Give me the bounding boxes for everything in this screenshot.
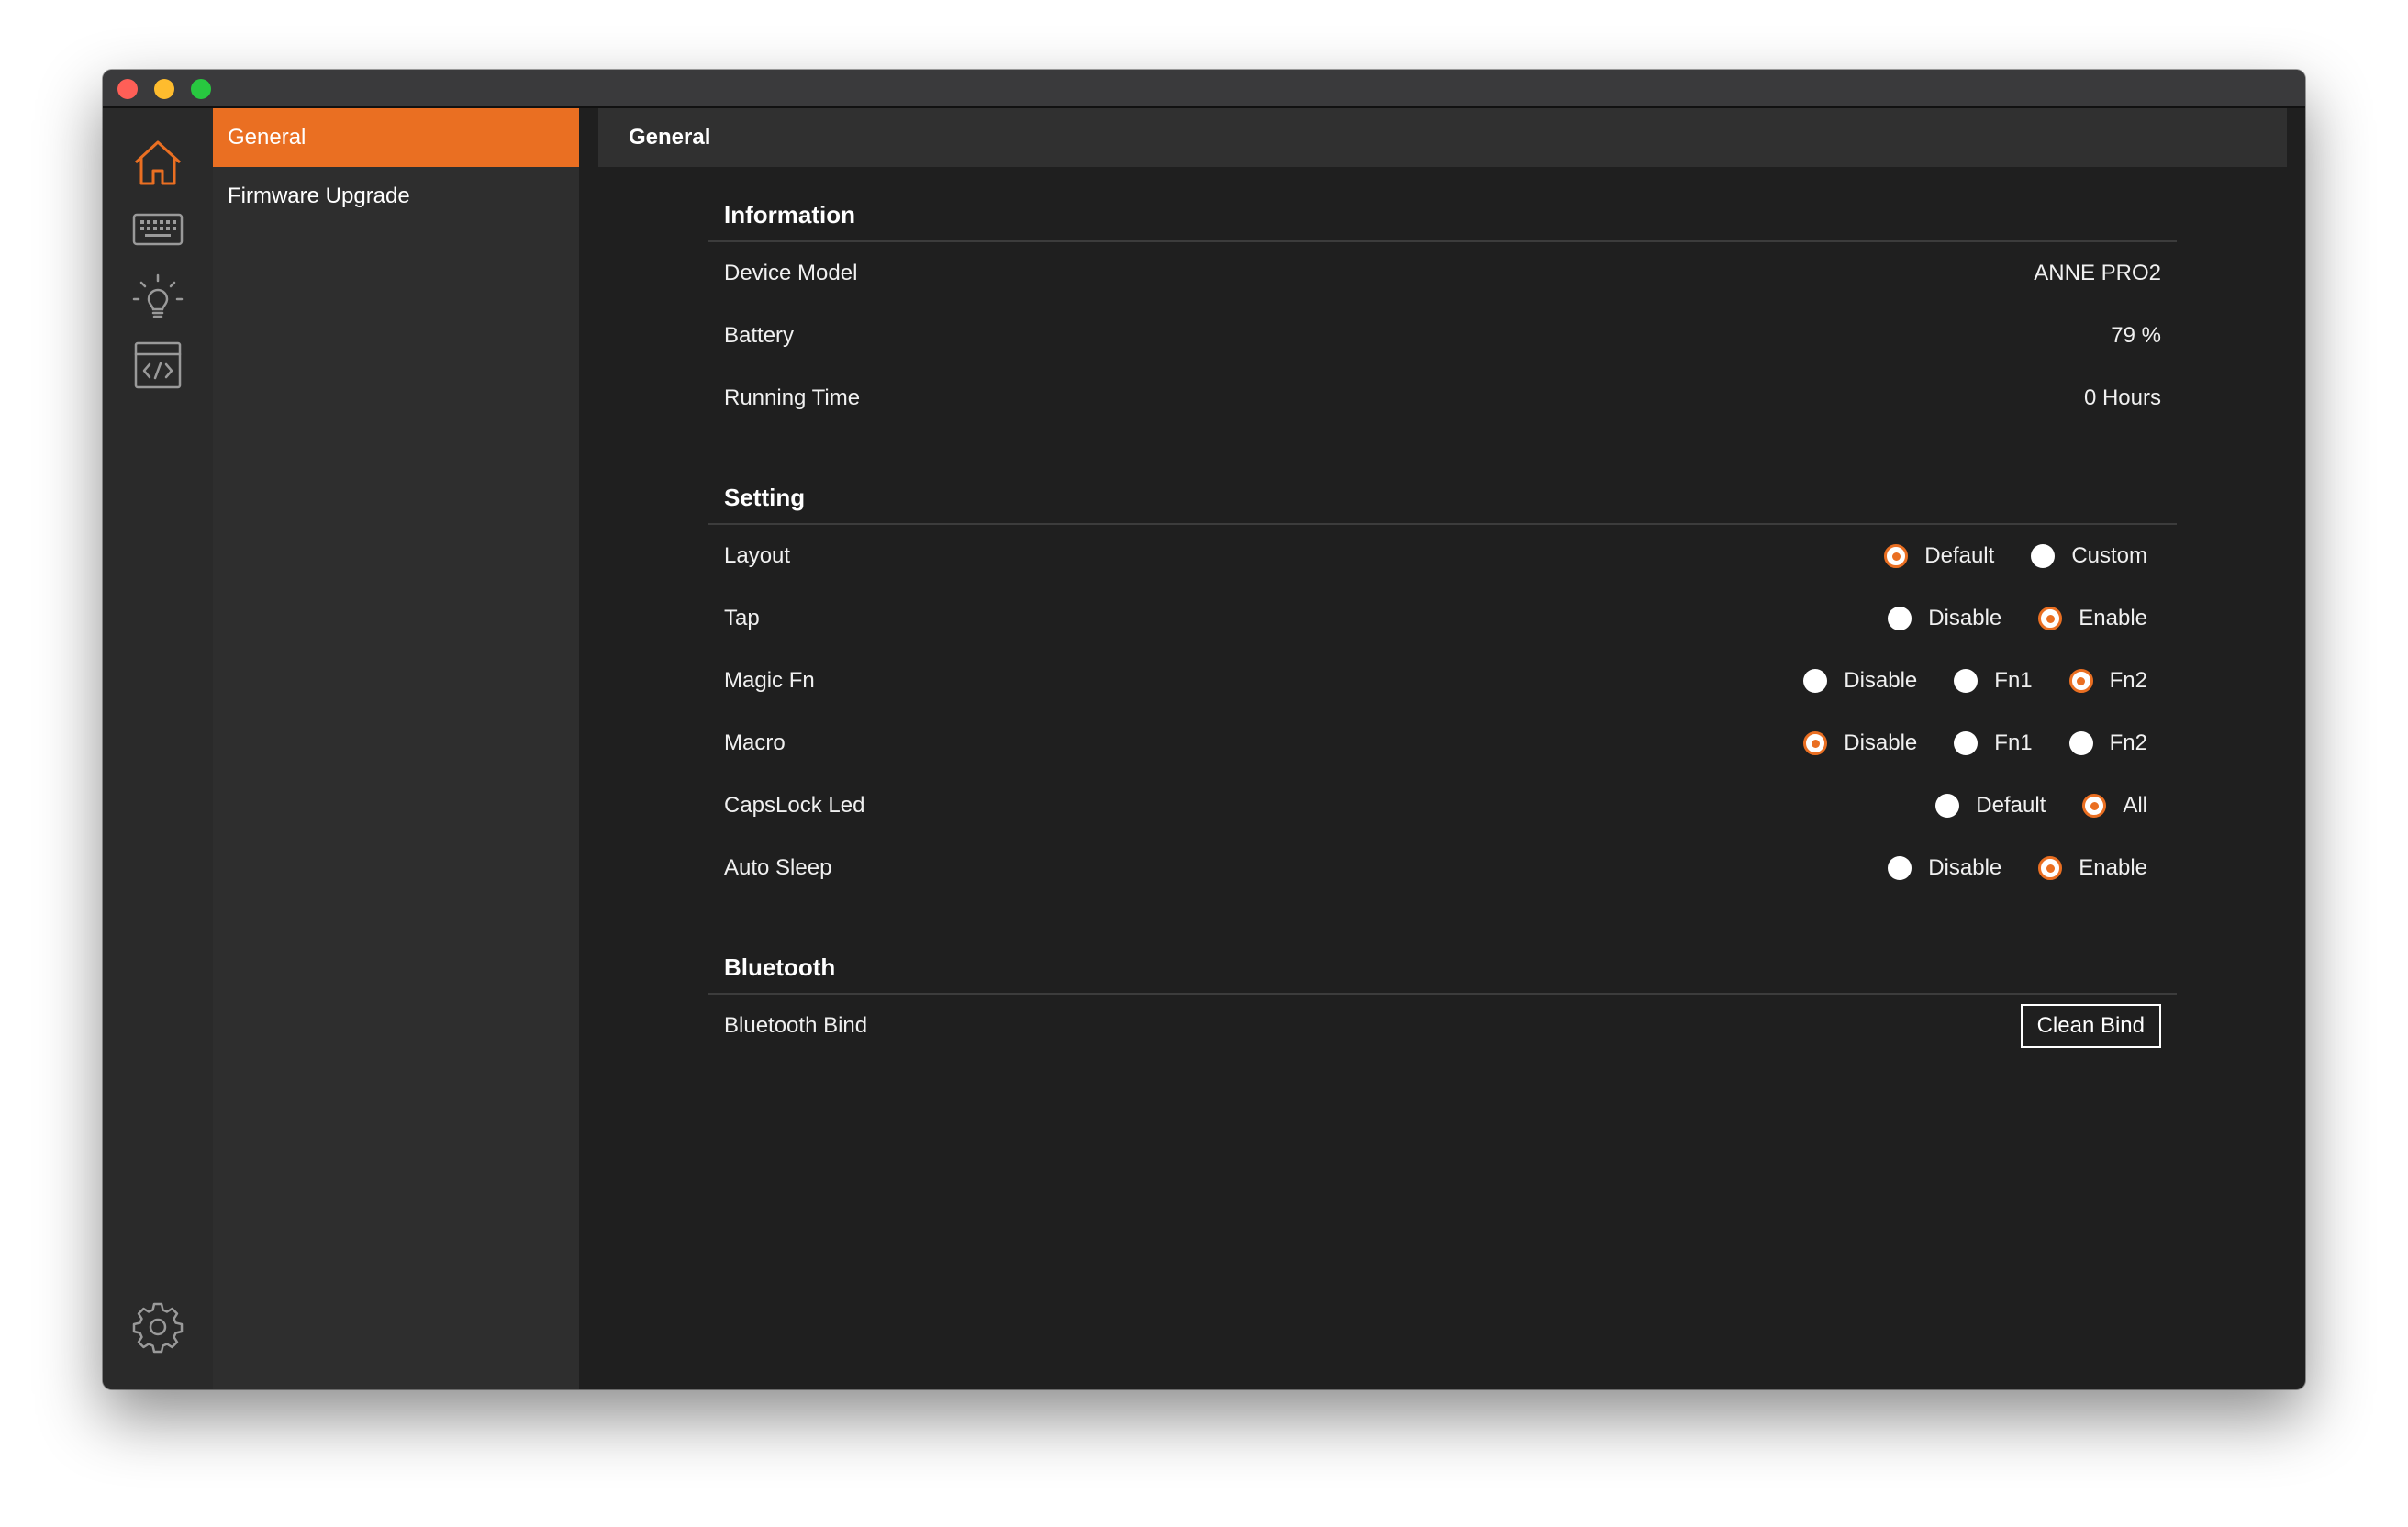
device-model-value: ANNE PRO2 — [2034, 261, 2161, 285]
subnav-item-general[interactable]: General — [213, 108, 579, 167]
setting-label-tap: Tap — [724, 606, 760, 630]
radio-option-macro-disable[interactable]: Disable — [1803, 730, 1917, 756]
setting-section-title: Setting — [708, 472, 2177, 525]
nav-keyboard-button[interactable] — [130, 202, 185, 257]
keyboard-icon — [132, 213, 184, 246]
radio-button[interactable] — [1803, 669, 1828, 693]
radio-option-magic-fn-fn1[interactable]: Fn1 — [1954, 668, 2033, 694]
radio-option-magic-fn-disable[interactable]: Disable — [1803, 668, 1917, 694]
radio-button[interactable] — [2068, 669, 2093, 693]
nav-settings-button[interactable] — [130, 1299, 185, 1354]
bluetooth-section-title: Bluetooth — [708, 942, 2177, 995]
radio-group-capslock-led: Default All — [1899, 793, 2161, 819]
radio-option-label: Fn2 — [2109, 668, 2147, 693]
radio-button[interactable] — [1954, 731, 1979, 755]
clean-bind-button[interactable]: Clean Bind — [2020, 1004, 2161, 1048]
radio-option-auto-sleep-disable[interactable]: Disable — [1888, 855, 2001, 881]
radio-option-label: Custom — [2071, 543, 2147, 568]
setting-row-layout: Layout Default Custom — [708, 525, 2177, 587]
radio-button[interactable] — [1803, 731, 1828, 755]
radio-option-label: Default — [1976, 793, 2046, 818]
radio-option-label: Fn2 — [2109, 730, 2147, 755]
radio-button[interactable] — [2082, 794, 2107, 818]
icon-sidebar — [103, 108, 213, 1389]
radio-button[interactable] — [1888, 856, 1912, 880]
main-content: General Information Device Model ANNE PR… — [598, 108, 2287, 1389]
setting-row-capslock-led: CapsLock Led Default All — [708, 775, 2177, 837]
radio-option-label: Disable — [1844, 730, 1918, 755]
subnav-item-firmware-upgrade[interactable]: Firmware Upgrade — [213, 167, 579, 226]
radio-button[interactable] — [1935, 794, 1960, 818]
radio-option-label: Disable — [1844, 668, 1918, 693]
radio-option-label: Enable — [2079, 606, 2147, 630]
radio-option-macro-fn2[interactable]: Fn2 — [2068, 730, 2147, 756]
radio-button[interactable] — [1888, 607, 1912, 630]
info-row-device-model: Device Model ANNE PRO2 — [708, 242, 2177, 305]
close-window-button[interactable] — [117, 79, 138, 99]
running-time-value: 0 Hours — [2083, 385, 2161, 410]
info-row-running-time: Running Time 0 Hours — [708, 367, 2177, 429]
radio-option-tap-enable[interactable]: Enable — [2038, 606, 2147, 631]
nav-home-button[interactable] — [130, 136, 185, 191]
radio-option-label: Fn1 — [1994, 668, 2033, 693]
running-time-label: Running Time — [724, 385, 861, 410]
setting-label-layout: Layout — [724, 543, 791, 568]
radio-button[interactable] — [1884, 544, 1909, 568]
radio-button[interactable] — [2031, 544, 2056, 568]
radio-group-layout: Default Custom — [1847, 543, 2161, 569]
radio-group-tap: Disable Enable — [1851, 606, 2161, 631]
radio-option-label: Fn1 — [1994, 730, 2033, 755]
radio-option-layout-custom[interactable]: Custom — [2031, 543, 2147, 569]
radio-option-magic-fn-fn2[interactable]: Fn2 — [2068, 668, 2147, 694]
radio-option-macro-fn1[interactable]: Fn1 — [1954, 730, 2033, 756]
radio-button[interactable] — [2038, 607, 2063, 630]
zoom-window-button[interactable] — [191, 79, 211, 99]
sub-navigation: General Firmware Upgrade — [213, 108, 579, 1389]
title-bar — [103, 70, 2305, 108]
minimize-window-button[interactable] — [154, 79, 174, 99]
app-window: General Firmware Upgrade General Informa… — [103, 70, 2305, 1389]
setting-row-macro: Macro Disable Fn1 Fn2 — [708, 712, 2177, 775]
device-model-label: Device Model — [724, 261, 858, 285]
battery-label: Battery — [724, 323, 795, 348]
nav-lighting-button[interactable] — [130, 272, 185, 327]
setting-label-macro: Macro — [724, 730, 786, 755]
radio-group-macro: Disable Fn1 Fn2 — [1767, 730, 2161, 756]
setting-row-auto-sleep: Auto Sleep Disable Enable — [708, 837, 2177, 899]
radio-button[interactable] — [1954, 669, 1979, 693]
gear-icon — [132, 1302, 184, 1354]
setting-row-magic-fn: Magic Fn Disable Fn1 Fn2 — [708, 650, 2177, 712]
radio-option-label: Disable — [1928, 606, 2002, 630]
battery-value: 79 % — [2111, 323, 2161, 348]
radio-option-capslock-led-default[interactable]: Default — [1935, 793, 2046, 819]
radio-option-capslock-led-all[interactable]: All — [2082, 793, 2147, 819]
radio-group-magic-fn: Disable Fn1 Fn2 — [1767, 668, 2161, 694]
settings-panel: Information Device Model ANNE PRO2 Batte… — [708, 167, 2177, 1057]
radio-button[interactable] — [2038, 856, 2063, 880]
bluetooth-bind-row: Bluetooth Bind Clean Bind — [708, 995, 2177, 1057]
setting-label-magic-fn: Magic Fn — [724, 668, 815, 693]
radio-option-label: Disable — [1928, 855, 2002, 880]
radio-group-auto-sleep: Disable Enable — [1851, 855, 2161, 881]
lightbulb-icon — [132, 273, 184, 318]
radio-option-label: Default — [1924, 543, 1995, 568]
radio-option-label: All — [2123, 793, 2147, 818]
radio-option-tap-disable[interactable]: Disable — [1888, 606, 2001, 631]
code-window-icon — [134, 341, 182, 389]
home-icon — [134, 140, 182, 185]
setting-row-tap: Tap Disable Enable — [708, 587, 2177, 650]
radio-option-label: Enable — [2079, 855, 2147, 880]
radio-option-layout-default[interactable]: Default — [1884, 543, 1994, 569]
nav-macro-button[interactable] — [130, 338, 185, 393]
page-title: General — [598, 108, 2287, 167]
setting-label-capslock-led: CapsLock Led — [724, 793, 865, 818]
information-section-title: Information — [708, 189, 2177, 242]
radio-option-auto-sleep-enable[interactable]: Enable — [2038, 855, 2147, 881]
bluetooth-bind-label: Bluetooth Bind — [724, 1013, 868, 1038]
info-row-battery: Battery 79 % — [708, 305, 2177, 367]
radio-button[interactable] — [2068, 731, 2093, 755]
setting-label-auto-sleep: Auto Sleep — [724, 855, 832, 880]
